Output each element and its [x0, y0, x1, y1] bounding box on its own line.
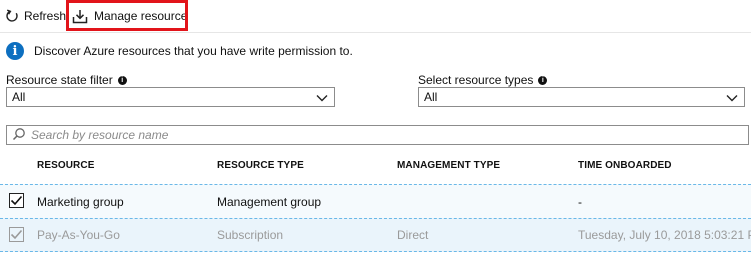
column-header-resource-type[interactable]: RESOURCE TYPE — [217, 160, 304, 171]
cell-resource-type: Management group — [217, 194, 322, 209]
row-checkbox[interactable] — [9, 193, 24, 208]
cell-time-onboarded: Tuesday, July 10, 2018 5:03:21 PM — [578, 228, 751, 242]
info-small-icon[interactable]: i — [117, 75, 127, 85]
refresh-icon — [5, 9, 19, 23]
column-header-time-onboarded[interactable]: TIME ONBOARDED — [578, 160, 672, 171]
search-icon — [7, 127, 26, 144]
chevron-down-icon — [726, 92, 738, 106]
table-row[interactable]: Pay-As-You-Go Subscription Direct Tuesda… — [0, 218, 751, 252]
resource-types-label: Select resource types i — [418, 73, 548, 87]
resource-state-filter-label: Resource state filter i — [6, 73, 127, 87]
cell-resource: Pay-As-You-Go — [37, 228, 120, 242]
row-checkbox[interactable] — [9, 227, 24, 242]
highlight-box — [66, 0, 188, 31]
column-header-resource[interactable]: RESOURCE — [37, 160, 94, 171]
table-row[interactable]: Marketing group Management group - — [0, 184, 751, 218]
info-banner: i Discover Azure resources that you have… — [6, 41, 353, 61]
refresh-label: Refresh — [24, 9, 67, 23]
chevron-down-icon — [316, 92, 328, 106]
resource-state-select[interactable]: All — [6, 87, 335, 107]
resource-types-text: Select resource types — [418, 73, 534, 87]
cell-resource: Marketing group — [37, 194, 124, 209]
refresh-button[interactable]: Refresh — [5, 0, 66, 32]
info-small-icon[interactable]: i — [538, 75, 548, 85]
column-header-management-type[interactable]: MANAGEMENT TYPE — [397, 160, 500, 171]
search-input[interactable] — [31, 128, 731, 142]
search-box[interactable] — [6, 125, 749, 145]
resource-state-filter-text: Resource state filter — [6, 73, 113, 87]
resource-types-select[interactable]: All — [418, 87, 745, 107]
info-icon: i — [6, 42, 24, 60]
cell-time-onboarded: - — [578, 194, 582, 209]
cell-management-type: Direct — [397, 228, 429, 242]
toolbar: Refresh Manage resource — [0, 0, 751, 33]
cell-resource-type: Subscription — [217, 228, 284, 242]
resource-state-value: All — [12, 90, 26, 104]
info-text: Discover Azure resources that you have w… — [34, 44, 353, 58]
resource-types-value: All — [424, 90, 438, 104]
